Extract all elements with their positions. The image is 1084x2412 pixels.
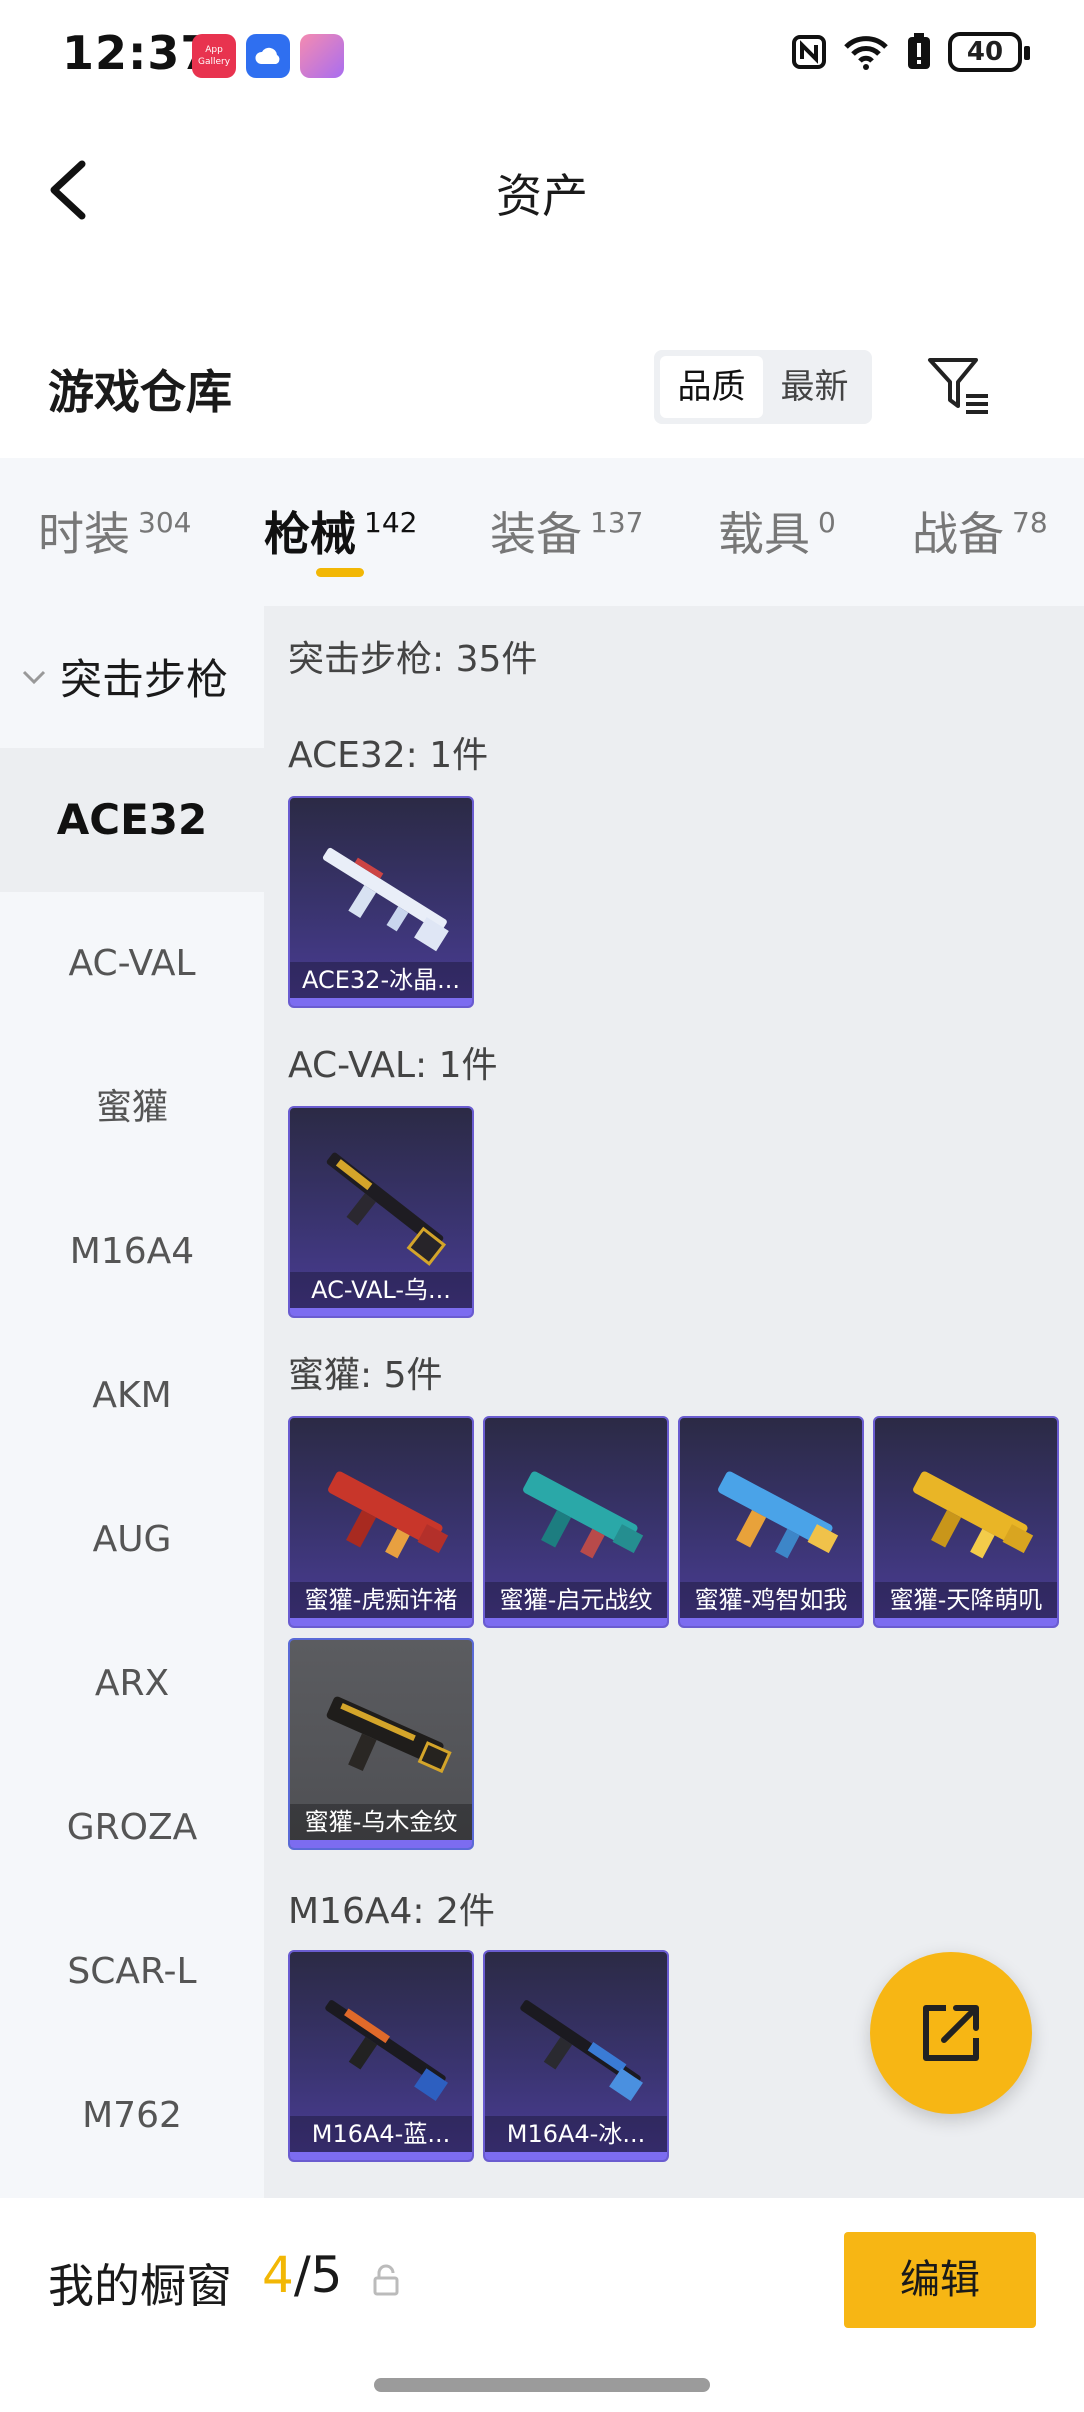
skin-name: 蜜獾-鸡智如我 [680,1582,862,1618]
tab-vehicles[interactable]: 载具 0 [718,498,836,564]
active-tab-indicator [316,568,364,577]
sidebar-item-aug[interactable]: AUG [0,1468,264,1612]
lock-icon [373,2264,399,2296]
sort-newest-option[interactable]: 最新 [763,356,866,418]
showcase-title: 我的橱窗 [48,2259,232,2313]
sidebar-item-m762[interactable]: M762 [0,2044,264,2188]
skin-name: 蜜獾-启元战纹 [485,1582,667,1618]
sidebar: 突击步枪 ACE32 AC-VAL 蜜獾 M16A4 AKM AUG ARX G… [0,606,264,2198]
smg-image [328,1471,449,1559]
cloud-icon [246,34,290,78]
wifi-icon [844,36,888,70]
skin-name: ACE32-冰晶... [290,962,472,998]
page-title: 资产 [496,169,588,223]
tab-count: 0 [818,506,836,539]
rarity-bar [485,2152,667,2160]
nfc-icon [792,35,826,69]
weapon-skin-card[interactable]: 蜜獾-天降萌叽 [873,1416,1059,1628]
edit-button[interactable]: 编辑 [844,2232,1036,2328]
smg-image [326,1696,452,1774]
skin-name: M16A4-蓝... [290,2116,472,2152]
sidebar-item-ac-val[interactable]: AC-VAL [0,892,264,1036]
share-button[interactable] [870,1952,1032,2114]
sidebar-item-scar-l[interactable]: SCAR-L [0,1900,264,2044]
tab-count: 304 [138,506,192,539]
tab-equipment[interactable]: 装备 137 [490,498,643,564]
showcase-separator: / [293,2246,311,2304]
gallery-icon [300,34,344,78]
tab-count: 142 [364,506,418,539]
rarity-bar [290,1618,472,1626]
tab-supplies[interactable]: 战备 78 [912,498,1048,564]
sidebar-item-m16a4[interactable]: M16A4 [0,1180,264,1324]
rarity-bar [290,1308,472,1316]
tab-count: 137 [590,506,644,539]
section-title: ACE32: 1件 [288,735,489,776]
section-title: M16A4: 2件 [288,1891,495,1932]
sidebar-item-ace32[interactable]: ACE32 [0,748,264,892]
weapon-skin-card[interactable]: ACE32-冰晶... [288,796,474,1008]
rifle-image [326,1152,447,1266]
tab-count: 78 [1012,506,1048,539]
sidebar-item-arx[interactable]: ARX [0,1612,264,1756]
weapon-skin-card[interactable]: AC-VAL-乌... [288,1106,474,1318]
skin-name: 蜜獾-天降萌叽 [875,1582,1057,1618]
tab-label: 枪械 [264,507,356,561]
category-tabs: 时装 304 枪械 142 装备 137 载具 0 战备 78 [0,458,1084,606]
skin-name: AC-VAL-乌... [290,1272,472,1308]
rifle-image [322,847,449,952]
skin-name: 蜜獾-乌木金纹 [290,1804,472,1840]
tab-guns[interactable]: 枪械 142 [264,498,417,564]
smg-image [913,1471,1034,1559]
category-summary: 突击步枪: 35件 [288,639,538,680]
battery-indicator: 40 [948,32,1030,72]
tab-label: 战备 [912,507,1004,561]
status-time: 12:37 [62,26,214,80]
tab-label: 装备 [490,507,582,561]
status-bar: 12:37 App Gallery 40 [0,0,1084,110]
showcase-current: 4 [262,2246,294,2304]
rarity-bar [290,1840,472,1848]
rarity-bar [680,1618,862,1626]
tab-fashion[interactable]: 时装 304 [38,498,191,564]
sort-quality-option[interactable]: 品质 [660,356,763,418]
skin-name: M16A4-冰... [485,2116,667,2152]
section-title: AC-VAL: 1件 [288,1045,498,1086]
showcase-count: 4/5 [262,2246,342,2304]
weapon-skin-card[interactable]: 蜜獾-乌木金纹 [288,1638,474,1850]
weapon-skin-card[interactable]: 蜜獾-启元战纹 [483,1416,669,1628]
weapon-skin-card[interactable]: 蜜獾-鸡智如我 [678,1416,864,1628]
chevron-down-icon [22,670,46,684]
rarity-bar [290,2152,472,2160]
sidebar-category[interactable]: 突击步枪 [20,646,228,707]
section-title: 蜜獾: 5件 [288,1355,443,1396]
skin-name: 蜜獾-虎痴许褚 [290,1582,472,1618]
sidebar-item-akm[interactable]: AKM [0,1324,264,1468]
sidebar-category-label: 突击步枪 [60,655,229,704]
rarity-bar [290,998,472,1006]
weapon-skin-card[interactable]: 蜜獾-虎痴许褚 [288,1416,474,1628]
sidebar-item-groza[interactable]: GROZA [0,1756,264,1900]
showcase-bar: 我的橱窗 4/5 编辑 [0,2198,1084,2412]
app-gallery-icon: App Gallery [192,34,236,78]
rarity-bar [875,1618,1057,1626]
rarity-bar [485,1618,667,1626]
weapon-skin-card[interactable]: M16A4-蓝... [288,1950,474,2162]
smg-image [523,1471,644,1559]
home-indicator[interactable] [374,2378,710,2392]
tab-label: 时装 [38,507,130,561]
sort-toggle: 品质 最新 [654,350,872,424]
filter-icon[interactable] [926,356,992,416]
rifle-image [520,2000,643,2102]
smg-image [718,1471,839,1559]
sidebar-item-honey-badger[interactable]: 蜜獾 [0,1036,264,1180]
weapon-skin-card[interactable]: M16A4-冰... [483,1950,669,2162]
warehouse-title: 游戏仓库 [48,365,232,419]
battery-alert-icon [908,33,930,69]
status-indicators: 40 [792,32,1030,72]
showcase-total: 5 [310,2246,343,2304]
rifle-image [325,2000,448,2102]
share-icon [923,2005,979,2061]
tab-label: 载具 [718,507,810,561]
